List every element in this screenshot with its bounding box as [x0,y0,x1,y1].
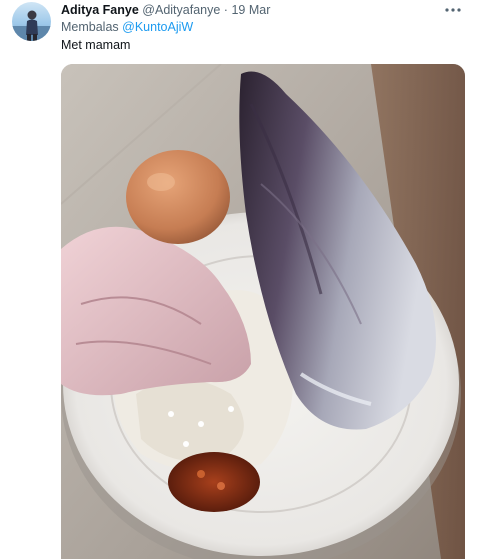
tweet: Aditya Fanye @Adityafanye · 19 Mar Memba… [0,0,477,559]
tweet-header: Aditya Fanye @Adityafanye · 19 Mar [61,2,270,18]
separator-dot: · [223,3,228,17]
author-name[interactable]: Aditya Fanye [61,3,139,17]
more-dots-icon[interactable] [443,2,463,18]
timestamp[interactable]: 19 Mar [231,3,270,17]
tweet-photo[interactable] [61,64,465,559]
reply-mention-link[interactable]: @KuntoAjiW [122,20,193,34]
avatar[interactable] [12,2,51,41]
reply-prefix: Membalas [61,20,119,34]
tweet-text: Met mamam [61,38,131,52]
reply-context: Membalas @KuntoAjiW [61,19,193,35]
author-handle[interactable]: @Adityafanye [142,3,220,17]
